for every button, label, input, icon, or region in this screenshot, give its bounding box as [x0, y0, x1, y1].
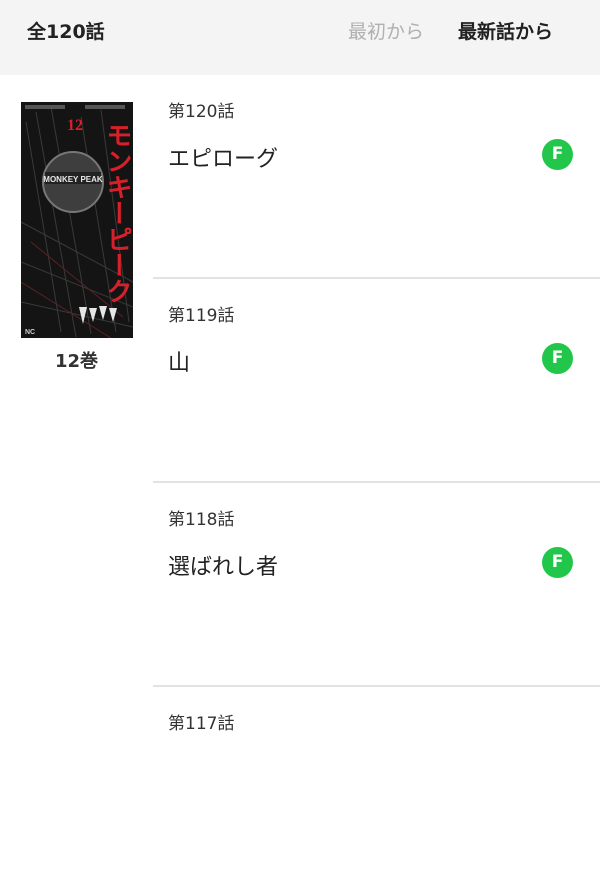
- sort-oldest-button[interactable]: 最初から: [348, 17, 424, 44]
- episode-number: 第120話: [168, 102, 235, 122]
- free-badge-icon: F: [542, 139, 573, 170]
- cover-brand: NC: [25, 329, 35, 336]
- episode-list: MONKEY PEAK 12 NC モンキーピーク 12巻 第120話 エピロー…: [0, 75, 600, 750]
- episode-title: 選ばれし者: [168, 555, 279, 580]
- free-badge-icon: F: [542, 343, 573, 374]
- episode-title: 山: [168, 351, 191, 376]
- episode-list-header: 全120話 最初から 最新話から: [0, 0, 600, 75]
- free-badge-icon: F: [542, 547, 573, 578]
- episode-count: 全120話: [27, 21, 105, 43]
- cover-volume-number: 12: [67, 117, 83, 134]
- episode-item[interactable]: 第119話 山 F: [153, 279, 600, 483]
- episode-title: エピローグ: [168, 147, 279, 172]
- cover-center-label: MONKEY PEAK: [43, 175, 103, 184]
- episode-number: 第119話: [168, 306, 235, 326]
- volume-cover[interactable]: MONKEY PEAK 12 NC モンキーピーク: [21, 102, 133, 338]
- sort-newest-button[interactable]: 最新話から: [458, 17, 553, 44]
- episode-item[interactable]: 第117話: [153, 687, 600, 891]
- cover-title: モンキーピーク: [102, 122, 132, 304]
- episode-item[interactable]: 第118話 選ばれし者 F: [153, 483, 600, 687]
- episode-number: 第118話: [168, 510, 235, 530]
- episode-number: 第117話: [168, 714, 235, 734]
- volume-label: 12巻: [54, 351, 99, 372]
- episode-item[interactable]: 第120話 エピローグ F: [153, 75, 600, 279]
